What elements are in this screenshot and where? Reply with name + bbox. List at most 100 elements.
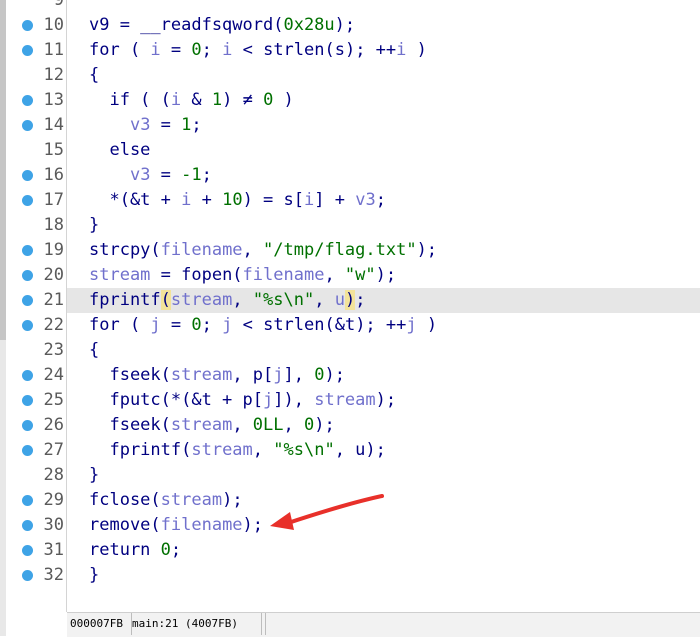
code-token-var[interactable]: i [171, 90, 181, 110]
code-token-var[interactable]: i [181, 190, 191, 210]
code-line[interactable]: else [67, 138, 700, 163]
code-line[interactable]: for ( i = 0; i < strlen(s); ++i ) [67, 38, 700, 63]
gutter-line[interactable]: 23 [6, 338, 66, 363]
gutter-line[interactable]: 10 [6, 13, 66, 38]
code-line[interactable]: *(&t + i + 10) = s[i] + v3; [67, 188, 700, 213]
code-token-kw[interactable]: ; [202, 165, 212, 185]
code-token-kw[interactable]: ); [314, 415, 334, 435]
code-token-kw[interactable]: ; [355, 290, 365, 310]
gutter-line[interactable]: 16 [6, 163, 66, 188]
gutter-line[interactable]: 21 [6, 288, 66, 313]
code-token-kw[interactable]: < strlen(s); ++ [232, 40, 397, 60]
code-token-var[interactable]: i [304, 190, 314, 210]
code-token-kw[interactable]: , p[ [232, 365, 273, 385]
code-token-kw[interactable]: for ( [89, 40, 150, 60]
code-token-kw[interactable]: ) [406, 40, 427, 60]
gutter-line[interactable]: 17 [6, 188, 66, 213]
code-line[interactable]: v3 = -1; [67, 163, 700, 188]
code-token-kw[interactable]: fseek( [89, 365, 170, 385]
gutter-line[interactable]: 19 [6, 238, 66, 263]
gutter-line[interactable]: 30 [6, 513, 66, 538]
code-token-str[interactable]: "%s\n" [273, 440, 334, 460]
code-line[interactable] [67, 0, 700, 13]
code-line[interactable]: v9 = __readfsqword(0x28u); [67, 13, 700, 38]
code-token-var[interactable]: filename [243, 265, 325, 285]
code-token-var[interactable]: v3 [355, 190, 375, 210]
code-token-var[interactable]: filename [161, 240, 243, 260]
code-token-var[interactable]: j [273, 365, 283, 385]
code-line[interactable]: remove(filename); [67, 513, 700, 538]
pseudocode-view[interactable]: v9 = __readfsqword(0x28u); for ( i = 0; i… [67, 0, 700, 612]
code-line[interactable]: stream = fopen(filename, "w"); [67, 263, 700, 288]
gutter-line[interactable]: 9 [6, 0, 66, 13]
code-token-kw[interactable]: } [89, 465, 99, 485]
code-token-kw[interactable]: ], [284, 365, 315, 385]
code-token-kw[interactable]: } [89, 565, 99, 585]
code-token-kw[interactable]: fprintf [89, 290, 161, 310]
code-token-num[interactable]: 0 [263, 90, 273, 110]
code-token-var[interactable]: stream [171, 365, 232, 385]
code-token-kw[interactable]: , u); [335, 440, 386, 460]
gutter-line[interactable]: 27 [6, 438, 66, 463]
code-token-var[interactable]: i [396, 40, 406, 60]
gutter-line[interactable]: 26 [6, 413, 66, 438]
code-token-kw[interactable]: = [150, 115, 181, 135]
code-line[interactable]: if ( (i & 1) ≠ 0 ) [67, 88, 700, 113]
code-token-kw[interactable]: fprintf( [89, 440, 191, 460]
gutter-line[interactable]: 28 [6, 463, 66, 488]
code-token-kw[interactable]: ; [202, 315, 222, 335]
code-token-kw[interactable]: ) [273, 90, 294, 110]
code-token-num[interactable]: 0x28u [283, 15, 334, 35]
code-line[interactable]: { [67, 63, 700, 88]
code-token-kw[interactable]: < strlen(&t); ++ [232, 315, 407, 335]
code-token-num[interactable]: 0 [191, 40, 201, 60]
code-token-kw[interactable]: fputc(*(&t + p[ [89, 390, 263, 410]
code-token-kw[interactable]: ) = s[ [243, 190, 304, 210]
code-token-kw[interactable]: ; [171, 540, 181, 560]
breakpoint-dot-icon[interactable] [22, 245, 33, 256]
code-token-kw[interactable] [89, 165, 130, 185]
code-token-str[interactable]: "%s\n" [253, 290, 314, 310]
gutter-line[interactable]: 15 [6, 138, 66, 163]
breakpoint-dot-icon[interactable] [22, 570, 33, 581]
code-token-var[interactable]: stream [171, 290, 232, 310]
code-token-kw[interactable]: ); [243, 515, 263, 535]
code-token-kw[interactable]: & [181, 90, 212, 110]
code-token-kw[interactable]: ; [376, 190, 386, 210]
code-token-kw[interactable]: , [232, 290, 252, 310]
breakpoint-dot-icon[interactable] [22, 395, 33, 406]
matching-bracket[interactable]: ) [344, 290, 356, 310]
breakpoint-dot-icon[interactable] [22, 270, 33, 281]
code-token-num[interactable]: 0LL [253, 415, 284, 435]
code-token-kw[interactable]: ) [417, 315, 437, 335]
code-token-var[interactable]: stream [161, 490, 222, 510]
code-token-var[interactable]: stream [191, 440, 252, 460]
code-token-var[interactable]: j [150, 315, 160, 335]
code-token-kw[interactable]: strcpy( [89, 240, 161, 260]
code-token-kw[interactable]: , [243, 240, 263, 260]
code-token-str[interactable]: "w" [345, 265, 376, 285]
code-token-kw[interactable]: , [253, 440, 273, 460]
code-token-kw[interactable]: ); [376, 390, 396, 410]
code-token-kw[interactable]: else [89, 140, 150, 160]
code-token-kw[interactable]: ); [417, 240, 437, 260]
code-token-kw[interactable]: ; [191, 115, 201, 135]
code-token-kw[interactable]: ); [376, 265, 396, 285]
code-token-var[interactable]: v3 [130, 115, 150, 135]
code-token-kw[interactable]: { [89, 340, 99, 360]
code-token-kw[interactable]: ; [202, 40, 222, 60]
gutter-line[interactable]: 31 [6, 538, 66, 563]
breakpoint-dot-icon[interactable] [22, 295, 33, 306]
code-token-kw[interactable]: = [161, 40, 192, 60]
code-line[interactable]: fclose(stream); [67, 488, 700, 513]
code-token-var[interactable]: filename [161, 515, 243, 535]
breakpoint-dot-icon[interactable] [22, 420, 33, 431]
code-token-kw[interactable]: } [89, 215, 99, 235]
breakpoint-dot-icon[interactable] [22, 320, 33, 331]
breakpoint-dot-icon[interactable] [22, 545, 33, 556]
code-line[interactable]: } [67, 213, 700, 238]
code-token-kw[interactable]: , [232, 415, 252, 435]
code-line[interactable]: fputc(*(&t + p[j]), stream); [67, 388, 700, 413]
code-line[interactable]: fseek(stream, p[j], 0); [67, 363, 700, 388]
breakpoint-dot-icon[interactable] [22, 370, 33, 381]
